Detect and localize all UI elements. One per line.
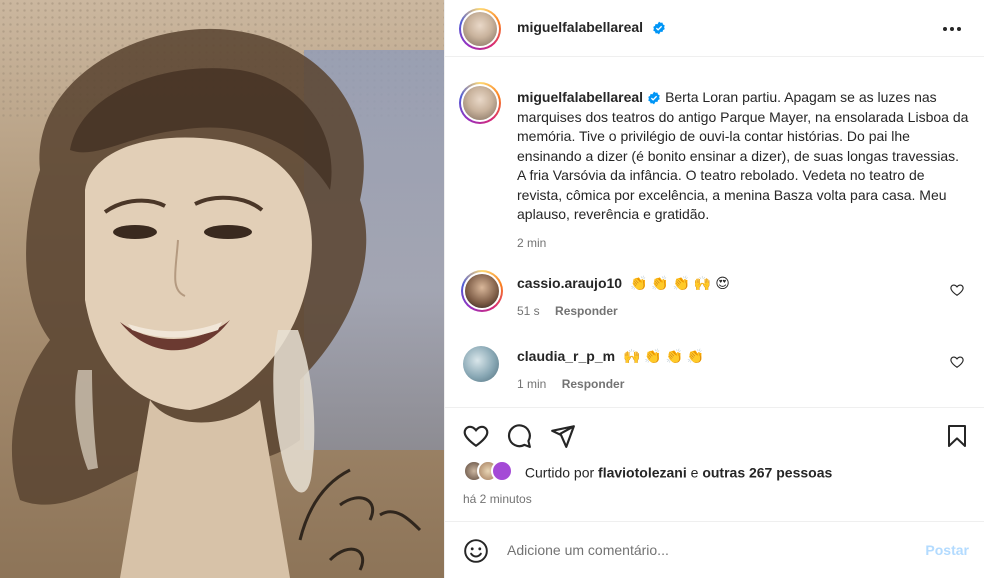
post-header: miguelfalabellareal	[445, 0, 984, 57]
likes-summary: Curtido por flaviotolezani e outras 267 …	[463, 460, 832, 484]
comment-icon[interactable]	[506, 423, 532, 449]
likes-connector: e	[690, 464, 699, 481]
commenter-username[interactable]: claudia_r_p_m	[517, 348, 615, 364]
caption-author-avatar[interactable]	[459, 82, 501, 124]
caption-text: Berta Loran partiu. Apagam se as luzes n…	[517, 89, 969, 222]
commenter-username[interactable]: cassio.araujo10	[517, 275, 622, 291]
reply-button[interactable]: Responder	[562, 377, 625, 391]
commenter-avatar[interactable]	[461, 270, 503, 312]
comment-input[interactable]	[507, 539, 887, 561]
post-actions: Curtido por flaviotolezani e outras 267 …	[445, 407, 984, 521]
reply-button[interactable]: Responder	[555, 304, 618, 318]
likes-others-link[interactable]: outras 267 pessoas	[702, 465, 832, 481]
liker-username[interactable]: flaviotolezani	[598, 465, 687, 481]
post-photo	[0, 0, 444, 578]
add-comment-bar: Postar	[445, 521, 984, 578]
bookmark-icon[interactable]	[945, 423, 969, 449]
share-icon[interactable]	[550, 423, 576, 449]
portrait-drawing	[11, 28, 422, 578]
verified-badge-icon	[648, 91, 660, 105]
liker-avatars	[463, 460, 521, 484]
post-comment-button[interactable]: Postar	[925, 542, 969, 558]
post-time-ago: há 2 minutos	[463, 492, 532, 506]
post-detail-panel: miguelfalabellareal miguelfalabellareal …	[444, 0, 984, 578]
author-username[interactable]: miguelfalabellareal	[517, 19, 643, 35]
heart-small-icon[interactable]	[950, 355, 964, 369]
emoji-icon[interactable]	[463, 538, 489, 564]
heart-small-icon[interactable]	[950, 283, 964, 297]
comment-text: 🙌 👏 👏 👏	[622, 348, 705, 364]
author-avatar[interactable]	[459, 8, 501, 50]
comment-time: 1 min	[517, 377, 547, 391]
likes-prefix: Curtido por	[524, 464, 595, 481]
post-caption: miguelfalabellareal Berta Loran partiu. …	[517, 88, 969, 253]
caption-username[interactable]: miguelfalabellareal	[517, 89, 643, 105]
comment-time: 51 s	[517, 304, 540, 318]
like-icon[interactable]	[463, 423, 489, 449]
comment-text: 👏 👏 👏 🙌 😍	[629, 275, 730, 291]
caption-time: 2 min	[517, 235, 547, 250]
more-options-icon[interactable]	[941, 18, 965, 38]
verified-badge-icon	[652, 21, 665, 35]
commenter-avatar[interactable]	[463, 346, 499, 382]
